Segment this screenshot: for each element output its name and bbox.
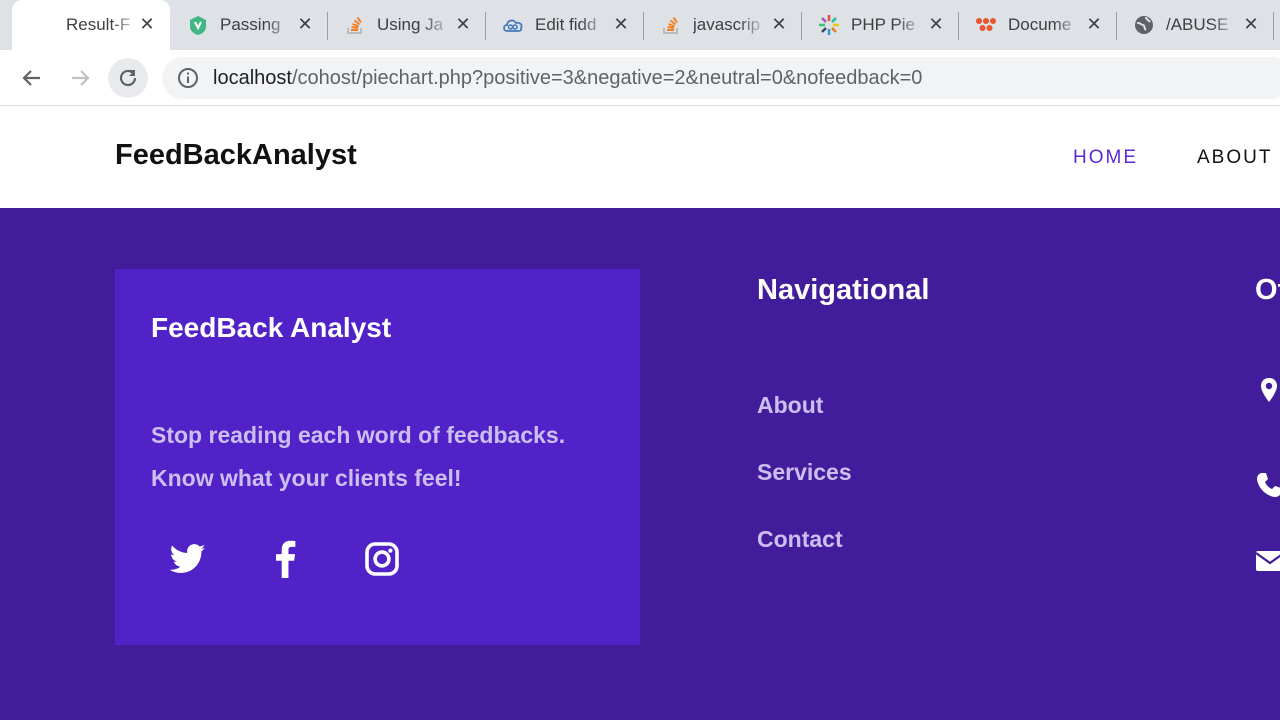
url-text[interactable]: localhost/cohost/piechart.php?positive=3… <box>213 67 922 90</box>
tab-title: Passing <box>220 15 281 34</box>
reload-icon <box>119 69 137 87</box>
twitter-icon <box>170 544 206 573</box>
close-icon[interactable]: ✕ <box>610 13 632 35</box>
close-icon[interactable]: ✕ <box>452 13 474 35</box>
map-marker-icon <box>1261 378 1277 402</box>
stackoverflow-icon <box>659 13 683 37</box>
tab-title: javascrip <box>693 15 761 34</box>
vue-icon <box>186 13 210 37</box>
tagline-line-2: Know what your clients feel! <box>151 465 462 491</box>
tagline-line-1: Stop reading each word of feedbacks. <box>151 422 566 448</box>
globe-icon <box>1132 13 1156 37</box>
site-brand[interactable]: FeedBackAnalyst <box>115 139 357 172</box>
footer-link-services[interactable]: Services <box>757 459 852 486</box>
arrow-right-icon <box>72 70 90 86</box>
phone-icon <box>1257 473 1280 497</box>
url-path: /cohost/piechart.php?positive=3&negative… <box>291 67 923 89</box>
docs-icon <box>974 13 998 37</box>
tab-title: /ABUSE <box>1166 15 1229 34</box>
tab-separator <box>327 12 328 40</box>
twitter-link[interactable] <box>166 539 210 579</box>
browser-tab-passing[interactable]: Passing ✕ <box>172 0 328 50</box>
tab-separator <box>643 12 644 40</box>
browser-tab-fiddle[interactable]: Edit fidd ✕ <box>487 0 644 50</box>
close-icon[interactable]: ✕ <box>768 13 790 35</box>
tab-title: Result-F <box>66 15 131 34</box>
close-icon[interactable]: ✕ <box>925 13 947 35</box>
stackoverflow-icon <box>343 13 367 37</box>
site-header: FeedBackAnalyst HOME ABOUT <box>0 106 1280 208</box>
tab-separator <box>1116 12 1117 40</box>
tab-separator <box>485 12 486 40</box>
close-icon[interactable]: ✕ <box>1240 13 1262 35</box>
browser-tab-php-pie[interactable]: PHP Pie ✕ <box>803 0 959 50</box>
footer-tagline: Stop reading each word of feedbacks. Kno… <box>151 414 631 500</box>
office-heading: Of <box>1255 274 1280 306</box>
instagram-icon <box>365 542 399 576</box>
close-icon[interactable]: ✕ <box>1083 13 1105 35</box>
tab-strip: Result-F ✕ Passing ✕ Using Ja ✕ Edit fid… <box>0 0 1280 50</box>
browser-tab-using[interactable]: Using Ja ✕ <box>329 0 486 50</box>
info-icon[interactable] <box>177 67 199 89</box>
address-bar[interactable]: localhost/cohost/piechart.php?positive=3… <box>162 57 1280 99</box>
forward-button[interactable] <box>60 58 100 98</box>
tab-separator <box>1273 12 1274 40</box>
close-icon[interactable]: ✕ <box>294 13 316 35</box>
browser-tab-result[interactable]: Result-F ✕ <box>12 0 170 50</box>
arrow-left-icon <box>22 70 40 86</box>
browser-tab-javascript[interactable]: javascrip ✕ <box>645 0 802 50</box>
tab-separator <box>958 12 959 40</box>
browser-toolbar: localhost/cohost/piechart.php?positive=3… <box>0 50 1280 106</box>
envelope-icon <box>1255 551 1280 571</box>
jsfiddle-icon <box>501 13 525 37</box>
browser-tab-document[interactable]: Docume ✕ <box>960 0 1117 50</box>
facebook-link[interactable] <box>263 539 307 579</box>
footer-about-card: FeedBack Analyst Stop reading each word … <box>115 269 640 645</box>
footer-card-title: FeedBack Analyst <box>151 312 392 343</box>
tab-title: Using Ja <box>377 15 444 34</box>
tab-title: PHP Pie <box>851 15 915 34</box>
tab-separator <box>801 12 802 40</box>
tab-title: Docume <box>1008 15 1072 34</box>
nav-about-link[interactable]: ABOUT <box>1197 147 1272 169</box>
url-host: localhost <box>213 67 292 89</box>
browser-tab-abuse[interactable]: /ABUSE ✕ <box>1118 0 1274 50</box>
php-chart-icon <box>817 13 841 37</box>
footer-link-contact[interactable]: Contact <box>757 526 843 553</box>
close-icon[interactable]: ✕ <box>136 13 158 35</box>
back-button[interactable] <box>12 58 52 98</box>
instagram-link[interactable] <box>360 539 404 579</box>
tab-title: Edit fidd <box>535 15 597 34</box>
nav-home-link[interactable]: HOME <box>1073 147 1138 169</box>
facebook-icon <box>276 540 296 578</box>
navigational-heading: Navigational <box>757 274 930 306</box>
reload-button[interactable] <box>108 58 148 98</box>
footer-link-about[interactable]: About <box>757 392 823 419</box>
